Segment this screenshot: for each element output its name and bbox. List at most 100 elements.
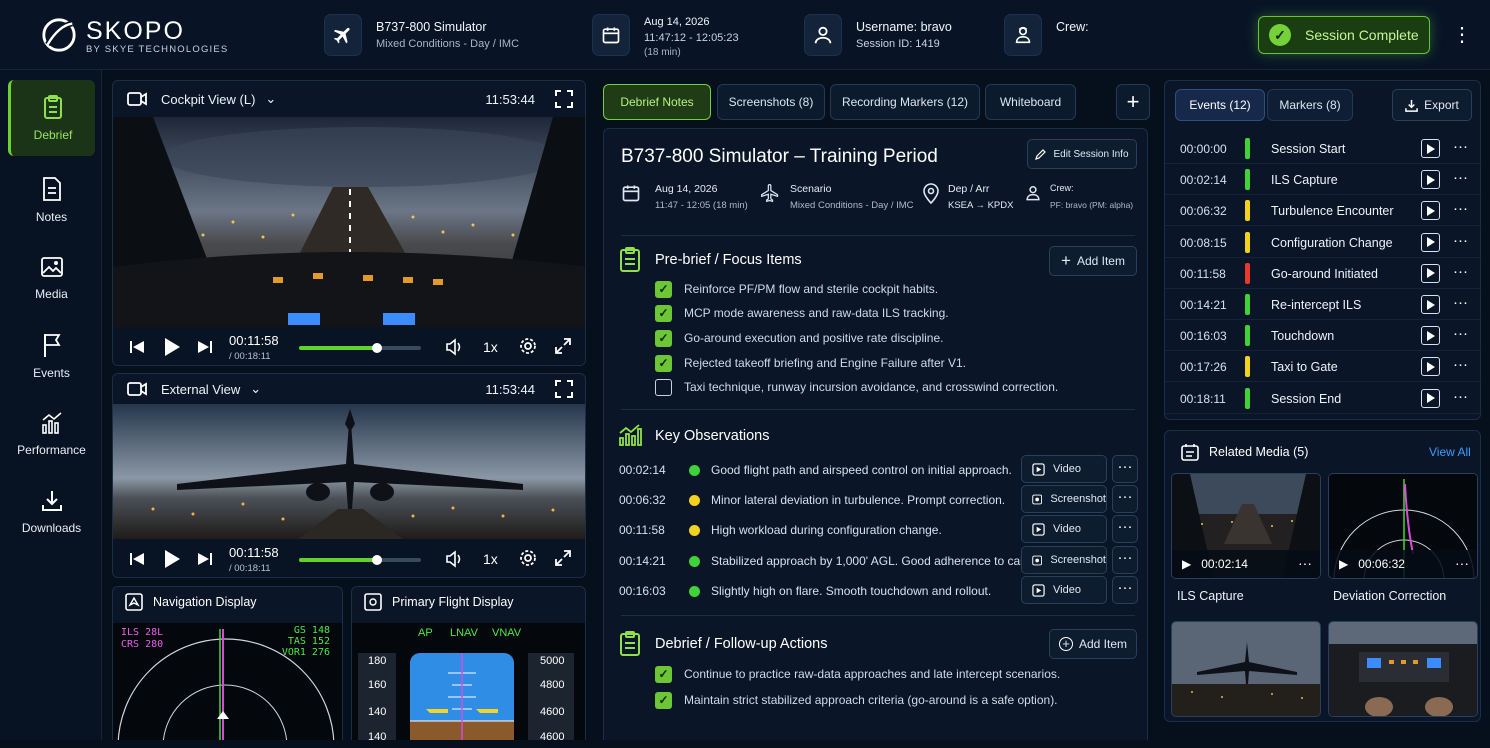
more-icon[interactable]: ··· [1453,169,1468,186]
more-icon[interactable]: ··· [1112,576,1138,604]
tab-events[interactable]: Events (12) [1175,89,1265,121]
more-icon[interactable]: ··· [1112,455,1138,483]
export-button[interactable]: Export [1392,89,1472,121]
media-thumb[interactable]: ▶ 00:06:32 ··· [1328,473,1478,579]
checkbox-checked[interactable]: ✓ [655,280,672,298]
prebrief-item[interactable]: ✓ Reinforce PF/PM flow and sterile cockpi… [655,280,938,298]
expand-icon[interactable] [555,338,571,354]
event-row[interactable]: 00:11:58 Go-around Initiated ··· [1165,258,1482,289]
observation-media-button[interactable]: Screenshot [1021,485,1107,513]
event-row[interactable]: 00:16:03 Touchdown ··· [1165,320,1482,352]
play-event-button[interactable] [1421,388,1440,408]
checkbox-checked[interactable]: ✓ [655,665,672,683]
checkbox-checked[interactable]: ✓ [655,354,672,372]
play-icon[interactable] [163,337,181,357]
sidebar-item-debrief[interactable]: Debrief [8,80,95,156]
observation-media-button[interactable]: Video [1021,455,1107,483]
video-title[interactable]: Cockpit View (L) [161,92,255,107]
media-thumb[interactable] [1171,621,1321,717]
checkbox-unchecked[interactable] [655,378,672,396]
play-event-button[interactable] [1421,139,1440,158]
more-icon[interactable]: ··· [1455,555,1469,571]
volume-icon[interactable] [445,338,463,356]
chevron-down-icon[interactable]: ⌄ [250,381,261,397]
tab-debrief-notes[interactable]: Debrief Notes [603,84,711,120]
skip-forward-icon[interactable] [197,551,213,567]
play-event-button[interactable] [1421,357,1440,377]
settings-gear-icon[interactable] [519,549,537,567]
observation-media-button[interactable]: Video [1021,576,1107,604]
event-row[interactable]: 00:17:26 Taxi to Gate ··· [1165,351,1482,383]
followup-item[interactable]: ✓ Maintain strict stabilized approach cri… [655,691,1058,709]
tab-recording-markers[interactable]: Recording Markers (12) [830,84,980,120]
observation-row[interactable]: 00:16:03 Slightly high on flare. Smooth t… [604,576,1149,606]
more-icon[interactable]: ··· [1453,263,1468,280]
observation-row[interactable]: 00:06:32 Minor lateral deviation in turbu… [604,485,1149,515]
more-icon[interactable]: ··· [1298,555,1312,571]
video-progress-bar[interactable] [299,555,421,565]
checkbox-checked[interactable]: ✓ [655,329,672,347]
observation-row[interactable]: 00:14:21 Stabilized approach by 1,000' AG… [604,546,1149,576]
video-progress-bar[interactable] [299,343,421,353]
session-complete-button[interactable]: ✓ Session Complete [1258,16,1430,54]
observation-row[interactable]: 00:11:58 High workload during configurati… [604,515,1149,545]
event-row[interactable]: 00:06:32 Turbulence Encounter ··· [1165,195,1482,227]
event-row[interactable]: 00:08:15 Configuration Change ··· [1165,227,1482,258]
event-row[interactable]: 00:14:21 Re-intercept ILS ··· [1165,289,1482,320]
sidebar-item-downloads[interactable]: Downloads [8,474,95,550]
play-event-button[interactable] [1421,170,1440,190]
checkbox-checked[interactable]: ✓ [655,304,672,322]
fullscreen-icon[interactable] [555,90,573,108]
more-icon[interactable]: ··· [1453,232,1468,249]
observation-media-button[interactable]: Screenshot [1021,546,1107,574]
more-icon[interactable]: ··· [1453,294,1468,311]
more-icon[interactable]: ··· [1453,356,1468,373]
followup-item[interactable]: ✓ Continue to practice raw-data approache… [655,665,1060,683]
play-icon[interactable]: ▶ [1339,557,1348,571]
fullscreen-icon[interactable] [555,380,573,398]
play-icon[interactable]: ▶ [1182,557,1191,571]
more-icon[interactable]: ··· [1112,485,1138,513]
add-tab-button[interactable]: + [1116,84,1150,120]
media-thumb[interactable] [1328,621,1478,717]
tab-screenshots[interactable]: Screenshots (8) [717,84,825,120]
more-icon[interactable]: ··· [1453,388,1468,405]
checkbox-checked[interactable]: ✓ [655,691,672,709]
observation-row[interactable]: 00:02:14 Good flight path and airspeed co… [604,455,1149,485]
event-row[interactable]: 00:02:14 ILS Capture ··· [1165,164,1482,196]
skip-forward-icon[interactable] [197,339,213,355]
chevron-down-icon[interactable]: ⌄ [265,91,276,107]
skip-back-icon[interactable] [129,339,145,355]
play-event-button[interactable] [1421,263,1440,283]
play-event-button[interactable] [1421,326,1440,346]
tab-whiteboard[interactable]: Whiteboard [985,84,1076,120]
video-title[interactable]: External View [161,382,240,397]
more-icon[interactable]: ··· [1453,138,1468,155]
add-prebrief-item-button[interactable]: + Add Item [1049,246,1137,276]
settings-gear-icon[interactable] [519,337,537,355]
media-thumb[interactable]: ▶ 00:02:14 ··· [1171,473,1321,579]
observation-media-button[interactable]: Video [1021,515,1107,543]
sidebar-item-performance[interactable]: Performance [8,396,95,472]
more-menu-icon[interactable]: ⋮ [1452,22,1472,48]
expand-icon[interactable] [555,550,571,566]
prebrief-item[interactable]: ✓ MCP mode awareness and raw-data ILS tra… [655,304,949,322]
event-row[interactable]: 00:00:00 Session Start ··· [1165,133,1482,164]
more-icon[interactable]: ··· [1453,325,1468,342]
play-event-button[interactable] [1421,232,1440,252]
skip-back-icon[interactable] [129,551,145,567]
playback-speed[interactable]: 1x [483,551,498,567]
play-event-button[interactable] [1421,201,1440,221]
sidebar-item-media[interactable]: Media [8,240,95,316]
prebrief-item[interactable]: ✓ Go-around execution and positive rate d… [655,329,944,347]
playback-speed[interactable]: 1x [483,339,498,355]
logo[interactable]: SKOPO BY SKYE TECHNOLOGIES [40,14,240,60]
more-icon[interactable]: ··· [1453,200,1468,217]
more-icon[interactable]: ··· [1112,515,1138,543]
tab-markers[interactable]: Markers (8) [1267,89,1353,121]
play-event-button[interactable] [1421,295,1440,314]
event-row[interactable]: 00:18:11 Session End ··· [1165,383,1482,414]
prebrief-item[interactable]: ✓ Rejected takeoff briefing and Engine Fa… [655,354,966,372]
more-icon[interactable]: ··· [1112,546,1138,574]
view-all-link[interactable]: View All [1429,445,1471,459]
